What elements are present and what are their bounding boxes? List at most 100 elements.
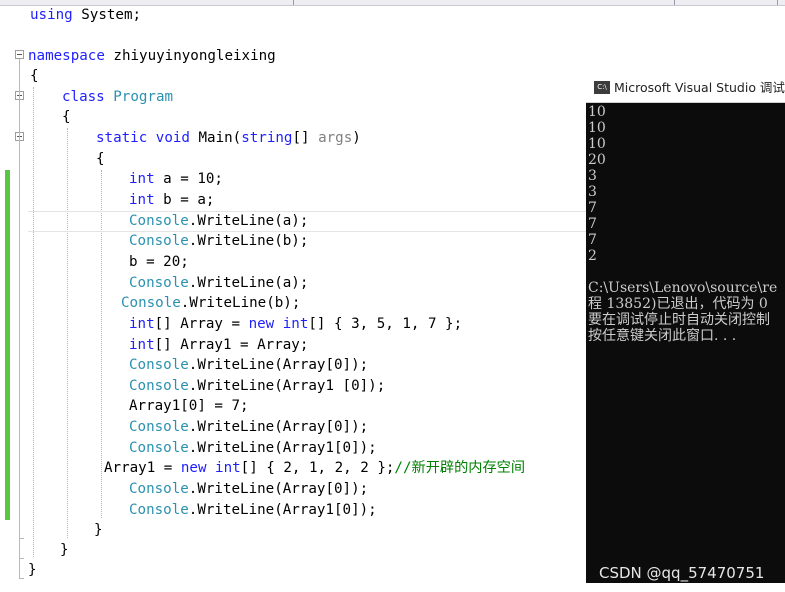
code-token: int — [129, 337, 155, 353]
console-output-line: 要在调试停止时自动关闭控制 — [588, 312, 770, 328]
code-line[interactable]: Console.WriteLine(Array1[0]); — [129, 438, 377, 458]
tab-segment[interactable] — [296, 0, 675, 5]
code-token: int — [215, 460, 241, 476]
code-line[interactable]: int b = a; — [129, 190, 214, 210]
code-line[interactable]: class Program — [62, 87, 173, 107]
console-output-line: 程 13852)已退出，代码为 0 — [588, 296, 768, 312]
console-output: 10 10 10 20 3 3 7 7 7 2 C:\Users\Lenovo\source\re… — [588, 104, 777, 344]
code-token: zhiyuyinyongleixing — [104, 48, 276, 64]
code-line[interactable]: } — [28, 560, 37, 580]
code-line[interactable]: Console.WriteLine(b); — [121, 293, 300, 313]
code-line[interactable]: Console.WriteLine(Array[0]); — [129, 355, 368, 375]
code-line[interactable]: Array1 = new int[] { 2, 1, 2, 2 };//新开辟的… — [104, 458, 525, 478]
fold-collapse-icon[interactable] — [15, 50, 24, 59]
code-token: b = a; — [154, 192, 215, 208]
indent-guide — [33, 87, 34, 557]
code-token: new — [180, 460, 207, 476]
code-token: Program — [113, 89, 174, 105]
code-token: class — [62, 89, 105, 105]
code-token: Console — [129, 378, 189, 394]
code-token: [] Array1 = Array; — [154, 337, 309, 353]
code-token: args — [318, 130, 353, 146]
fold-region-line — [19, 59, 20, 578]
console-output-line: 10 — [588, 136, 606, 152]
code-token: Console — [129, 440, 189, 456]
code-token: string — [241, 130, 293, 146]
indent-guide — [67, 128, 68, 538]
console-title: Microsoft Visual Studio 调试控 — [614, 80, 785, 95]
code-line[interactable]: int[] Array = new int[] { 3, 5, 1, 7 }; — [129, 314, 462, 334]
code-line[interactable]: Console.WriteLine(Array1[0]); — [129, 500, 377, 520]
code-line[interactable]: static void Main(string[] args) — [96, 128, 361, 148]
code-token: [] { 2, 1, 2, 2 }; — [240, 460, 395, 476]
code-line[interactable]: { — [96, 149, 105, 169]
code-token: a = 10; — [154, 171, 223, 187]
code-line[interactable]: namespace zhiyuyinyongleixing — [28, 46, 276, 66]
code-token: Array1 = — [104, 460, 181, 476]
code-token: .WriteLine(a); — [188, 275, 309, 291]
watermark: CSDN @qq_57470751 — [599, 564, 765, 582]
code-token: int — [129, 171, 155, 187]
code-line[interactable]: } — [60, 540, 69, 560]
debug-console-window[interactable]: C:\ Microsoft Visual Studio 调试控 10 10 10 20… — [586, 73, 785, 583]
code-token: b = 20; — [129, 254, 189, 270]
code-token: Console — [129, 419, 189, 435]
code-token: ) — [352, 130, 361, 146]
code-token: Console — [129, 233, 189, 249]
code-token: Main( — [189, 130, 242, 146]
code-token: .WriteLine(Array[0]); — [188, 357, 369, 373]
code-token: Console — [129, 481, 189, 497]
code-line[interactable]: int a = 10; — [129, 169, 223, 189]
code-line[interactable]: { — [30, 66, 39, 86]
code-token: } — [94, 522, 103, 538]
code-token: } — [60, 542, 69, 558]
code-line[interactable]: Console.WriteLine(a); — [129, 273, 308, 293]
code-line[interactable]: b = 20; — [129, 252, 189, 272]
code-token: void — [155, 130, 190, 146]
code-line[interactable]: { — [62, 107, 71, 127]
code-token: int — [282, 316, 309, 332]
code-line[interactable]: Console.WriteLine(Array[0]); — [129, 479, 368, 499]
code-token: Console — [129, 213, 189, 229]
code-token: } — [28, 562, 37, 578]
code-token: using — [30, 7, 73, 23]
changed-lines-indicator — [5, 170, 10, 520]
code-line[interactable]: Console.WriteLine(Array1 [0]); — [129, 376, 385, 396]
code-line[interactable]: Array1[0] = 7; — [129, 396, 249, 416]
fold-region-end — [19, 538, 24, 539]
code-line[interactable]: Console.WriteLine(b); — [129, 231, 308, 251]
code-token: .WriteLine(b); — [180, 295, 301, 311]
console-output-line: 7 — [588, 200, 597, 216]
code-line[interactable]: int[] Array1 = Array; — [129, 335, 308, 355]
code-token: [] Array = — [154, 316, 249, 332]
code-line[interactable]: Console.WriteLine(Array[0]); — [129, 417, 368, 437]
console-title-bar[interactable]: C:\ Microsoft Visual Studio 调试控 — [586, 73, 785, 103]
console-output-line: C:\Users\Lenovo\source\re — [588, 280, 778, 296]
code-token: .WriteLine(b); — [188, 233, 309, 249]
tab-segment[interactable] — [677, 0, 778, 5]
console-output-line: 按任意键关闭此窗口. . . — [588, 328, 737, 344]
console-app-icon: C:\ — [594, 81, 610, 94]
console-output-line: 10 — [588, 104, 606, 120]
code-token: { — [30, 68, 39, 84]
console-output-line: 7 — [588, 216, 597, 232]
code-token: Array1[0] = 7; — [129, 398, 249, 414]
code-token: int — [129, 192, 155, 208]
code-line[interactable]: } — [94, 520, 103, 540]
code-line[interactable]: using System; — [30, 5, 141, 25]
console-output-line: 20 — [588, 152, 606, 168]
console-output-line: 10 — [588, 120, 606, 136]
code-token: //新开辟的内存空间 — [394, 460, 526, 476]
code-token: .WriteLine(Array[0]); — [188, 481, 369, 497]
code-token: Console — [129, 502, 189, 518]
code-token: .WriteLine(Array1[0]); — [188, 502, 377, 518]
code-line[interactable]: Console.WriteLine(a); — [129, 211, 308, 231]
console-output-line: 2 — [588, 248, 597, 264]
fold-region-end — [19, 578, 24, 579]
code-token: int — [129, 316, 155, 332]
